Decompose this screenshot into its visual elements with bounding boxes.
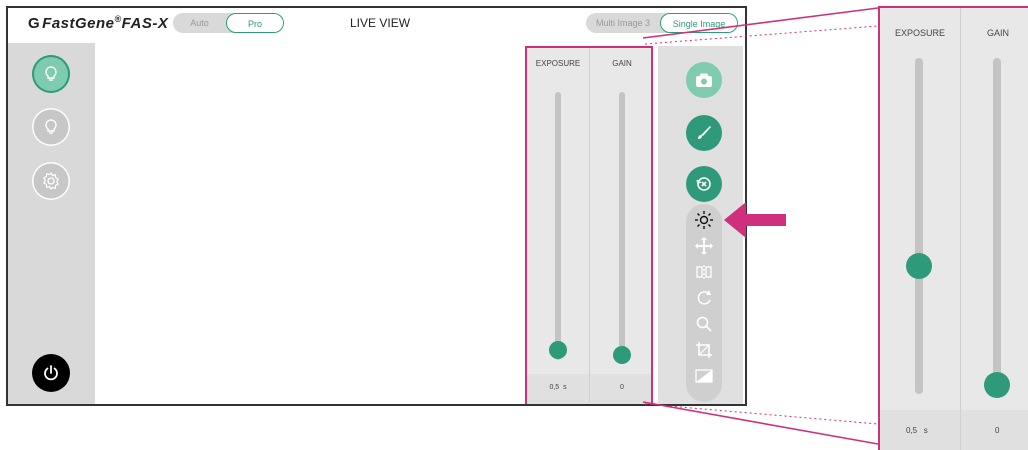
- logo: G FastGene®FAS-X: [28, 14, 168, 32]
- camera-icon: [696, 73, 712, 87]
- bulb-off-button[interactable]: [32, 108, 70, 146]
- top-bar: G FastGene®FAS-X Auto Pro LIVE VIEW Multi…: [8, 8, 745, 40]
- logo-text: FastGene: [42, 15, 115, 32]
- flip-tool[interactable]: [686, 260, 722, 284]
- power-button[interactable]: [32, 354, 70, 392]
- exposure-unit: s: [563, 384, 567, 391]
- left-sidebar: [8, 43, 95, 404]
- view-option-single[interactable]: Single Image: [660, 13, 738, 33]
- zoom-exposure-unit: s: [923, 426, 928, 435]
- flip-icon: [696, 265, 712, 279]
- invert-tool[interactable]: [686, 364, 722, 388]
- app-window: G FastGene®FAS-X Auto Pro LIVE VIEW Multi…: [6, 6, 747, 406]
- invert-icon: [695, 369, 713, 383]
- reset-exposure-icon: [696, 177, 711, 191]
- mode-toggle: Auto Pro: [173, 13, 284, 33]
- zoom-gain-value: 0: [995, 426, 1000, 435]
- zoom-gain-track[interactable]: [993, 58, 1001, 394]
- capture-button[interactable]: [686, 62, 722, 98]
- brightness-tool[interactable]: [686, 208, 722, 232]
- exposure-column: EXPOSURE 0,5 s: [527, 48, 590, 402]
- exposure-value: 0,5: [549, 384, 560, 391]
- brightness-icon: [695, 211, 713, 229]
- bulb-icon: [45, 119, 57, 134]
- zoom-exposure-column: EXPOSURE 0,5 s: [880, 8, 961, 450]
- view-toggle: Multi Image 3 Single Image: [586, 13, 738, 33]
- zoom-icon: [696, 316, 712, 332]
- reset-exposure-button[interactable]: [686, 166, 722, 202]
- gain-label: GAIN: [612, 59, 632, 68]
- zoom-tool[interactable]: [686, 312, 722, 336]
- annotate-button[interactable]: [686, 115, 722, 151]
- gain-column: GAIN 0: [591, 48, 653, 402]
- gain-slider-knob[interactable]: [613, 346, 631, 364]
- settings-button[interactable]: [32, 162, 70, 200]
- gain-track[interactable]: [619, 92, 625, 360]
- zoom-gain-slider-knob[interactable]: [984, 372, 1010, 398]
- rotate-tool[interactable]: [686, 286, 722, 310]
- mode-option-auto[interactable]: Auto: [173, 13, 226, 33]
- zoomed-slider-panel: EXPOSURE 0,5 s GAIN 0: [878, 6, 1028, 450]
- move-icon: [695, 237, 713, 255]
- zoom-exposure-label: EXPOSURE: [894, 28, 945, 38]
- crop-tool[interactable]: [686, 338, 722, 362]
- power-icon: [44, 365, 58, 381]
- logo-model: FAS-X: [121, 15, 169, 32]
- zoom-gain-column: GAIN 0: [961, 8, 1028, 450]
- exposure-label: EXPOSURE: [535, 59, 581, 68]
- gain-value: 0: [620, 384, 624, 391]
- zoom-exposure-value: 0,5: [906, 426, 918, 435]
- exposure-slider-knob[interactable]: [549, 340, 567, 359]
- zoom-exposure-track[interactable]: [915, 58, 923, 394]
- bulb-icon: [45, 66, 57, 81]
- logo-mark-icon: G: [28, 15, 41, 32]
- arrow-left-icon: [724, 202, 786, 238]
- move-tool[interactable]: [686, 234, 722, 258]
- crop-icon: [696, 342, 712, 358]
- gear-icon: [42, 172, 60, 190]
- mode-option-pro[interactable]: Pro: [226, 13, 284, 33]
- tool-strip: [686, 204, 722, 402]
- page-title: LIVE VIEW: [350, 16, 411, 30]
- exposure-value-readout: 0,5 s: [527, 384, 589, 391]
- slider-panel: EXPOSURE 0,5 s GAIN 0: [525, 46, 653, 404]
- bulb-on-button[interactable]: [32, 55, 70, 93]
- zoom-gain-label: GAIN: [987, 28, 1010, 38]
- zoom-exposure-value-readout: 0,5 s: [906, 426, 928, 435]
- exposure-track[interactable]: [555, 92, 561, 360]
- zoom-exposure-slider-knob[interactable]: [906, 252, 932, 279]
- registered-mark: ®: [114, 14, 122, 24]
- brush-icon: [698, 126, 711, 139]
- view-option-multi[interactable]: Multi Image 3: [586, 13, 660, 33]
- rotate-icon: [697, 290, 711, 305]
